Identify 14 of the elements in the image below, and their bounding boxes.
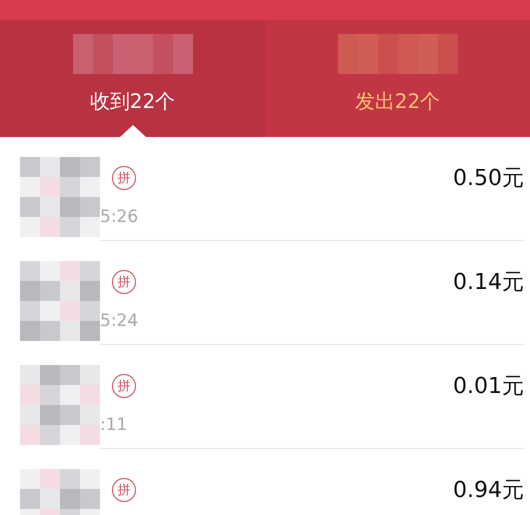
badge: 拼 — [112, 374, 136, 398]
tab[interactable]: 发出22个 — [265, 20, 530, 137]
amount: 0.50元 — [453, 165, 524, 193]
badge: 拼 — [112, 478, 136, 502]
badge: 拼 — [112, 270, 136, 294]
caret-icon — [120, 125, 146, 137]
amount: 0.01元 — [453, 373, 524, 401]
amount: 0.14元 — [453, 269, 524, 297]
time-text: 5:26 — [100, 207, 140, 227]
badge: 拼 — [112, 166, 136, 190]
tab[interactable]: 收到22个 — [0, 20, 265, 137]
time-text: :11 — [100, 415, 128, 435]
amount: 0.94元 — [453, 477, 524, 505]
time-text: 5:24 — [100, 311, 140, 331]
